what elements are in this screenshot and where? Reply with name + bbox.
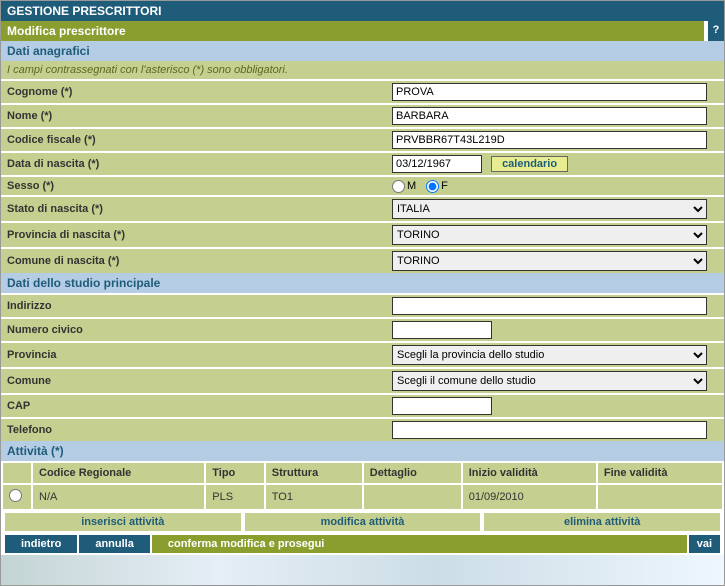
select-comune-studio[interactable]: Scegli il comune dello studio [392,371,707,391]
th-inizio: Inizio validità [463,463,596,483]
th-fine: Fine validità [598,463,722,483]
cell-codice: N/A [33,485,204,509]
section-studio: Dati dello studio principale [1,273,724,293]
cell-dettaglio [364,485,461,509]
subtitle: Modifica prescrittore [1,21,704,41]
label-telefono: Telefono [1,421,386,439]
table-row: N/A PLS TO1 01/09/2010 [3,485,722,509]
vai-button[interactable]: vai [689,535,720,553]
help-button[interactable]: ? [708,21,724,41]
label-m: M [407,180,416,192]
inserisci-attivita-button[interactable]: inserisci attività [5,513,241,531]
label-f: F [441,180,448,192]
label-civico: Numero civico [1,321,386,339]
th-tipo: Tipo [206,463,264,483]
section-attivita: Attività (*) [1,441,724,461]
conferma-button[interactable]: conferma modifica e prosegui [152,535,687,553]
calendario-button[interactable]: calendario [491,156,568,172]
input-nome[interactable] [392,107,707,125]
modifica-attivita-button[interactable]: modifica attività [245,513,481,531]
label-data-nascita: Data di nascita (*) [1,155,386,173]
main-panel: GESTIONE PRESCRITTORI Modifica prescritt… [0,0,725,586]
section-anagrafica: Dati anagrafici [1,41,724,61]
label-cognome: Cognome (*) [1,83,386,101]
row-select-radio[interactable] [9,489,22,502]
cell-tipo: PLS [206,485,264,509]
indietro-button[interactable]: indietro [5,535,77,553]
th-dettaglio: Dettaglio [364,463,461,483]
input-civico[interactable] [392,321,492,339]
radio-sesso-m[interactable] [392,180,405,193]
label-comune-nascita: Comune di nascita (*) [1,252,386,270]
select-stato-nascita[interactable]: ITALIA [392,199,707,219]
input-cognome[interactable] [392,83,707,101]
helper-text: I campi contrassegnati con l'asterisco (… [1,61,724,79]
label-indirizzo: Indirizzo [1,297,386,315]
elimina-attivita-button[interactable]: elimina attività [484,513,720,531]
select-provincia-nascita[interactable]: TORINO [392,225,707,245]
th-codice: Codice Regionale [33,463,204,483]
label-comune: Comune [1,372,386,390]
footer-decoration [1,555,724,585]
input-cf[interactable] [392,131,707,149]
label-stato-nascita: Stato di nascita (*) [1,200,386,218]
label-cf: Codice fiscale (*) [1,131,386,149]
cell-fine [598,485,722,509]
cell-inizio: 01/09/2010 [463,485,596,509]
input-indirizzo[interactable] [392,297,707,315]
input-data-nascita[interactable] [392,155,482,173]
label-cap: CAP [1,397,386,415]
radio-sesso-f[interactable] [426,180,439,193]
page-title: GESTIONE PRESCRITTORI [1,1,724,21]
input-telefono[interactable] [392,421,707,439]
th-struttura: Struttura [266,463,362,483]
select-comune-nascita[interactable]: TORINO [392,251,707,271]
annulla-button[interactable]: annulla [79,535,150,553]
input-cap[interactable] [392,397,492,415]
activity-table: Codice Regionale Tipo Struttura Dettagli… [1,461,724,511]
label-provincia-nascita: Provincia di nascita (*) [1,226,386,244]
label-sesso: Sesso (*) [1,177,386,195]
label-provincia: Provincia [1,346,386,364]
label-nome: Nome (*) [1,107,386,125]
select-provincia-studio[interactable]: Scegli la provincia dello studio [392,345,707,365]
cell-struttura: TO1 [266,485,362,509]
